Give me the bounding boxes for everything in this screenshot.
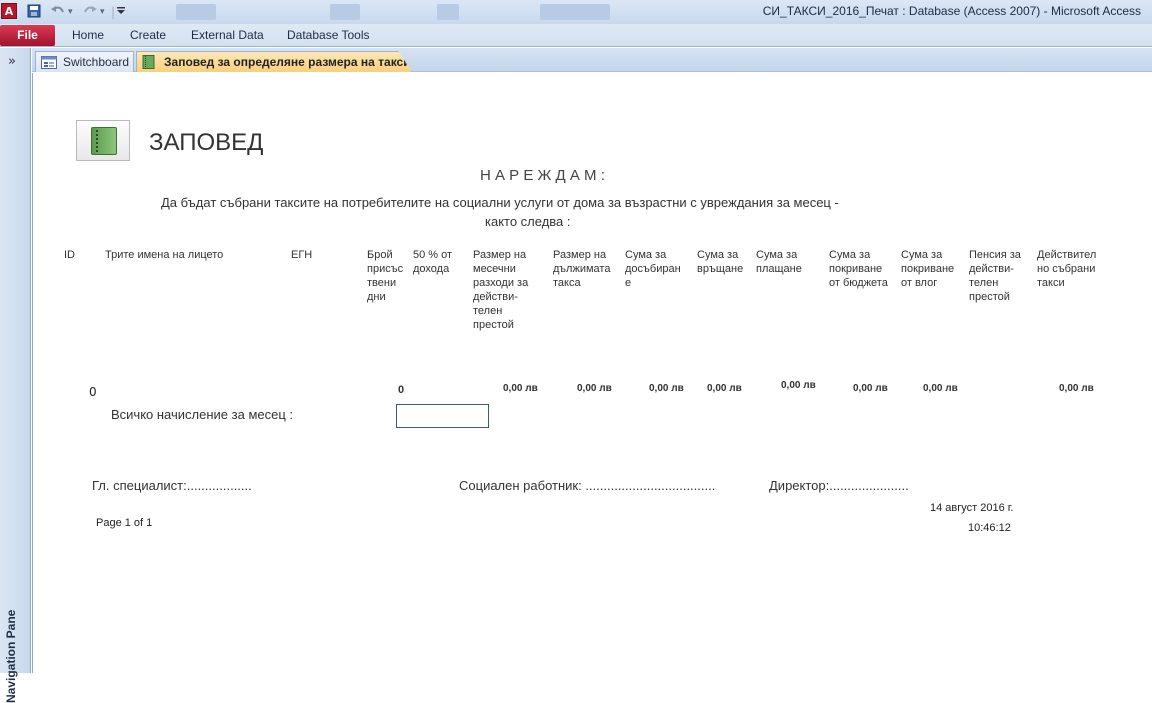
page-number: Page 1 of 1 — [96, 517, 153, 529]
column-header: ID — [64, 249, 75, 261]
redo-dropdown-icon[interactable]: ▾ — [100, 4, 105, 20]
report-view[interactable]: ЗАПОВЕД Н А Р Е Ж Д А М : Да бъдат събра… — [32, 73, 1152, 673]
cell-budget: 0,00 лв — [853, 383, 888, 394]
intro-text-line2: както следва : — [485, 214, 571, 229]
navigation-pane-label[interactable]: Navigation Pane — [4, 603, 26, 703]
report-logo-icon — [76, 120, 130, 161]
total-label: Всичко начисление за месец : — [111, 407, 294, 422]
cell-due-fee: 0,00 лв — [577, 383, 612, 394]
undo-icon[interactable] — [50, 4, 66, 22]
intro-text-line1: Да бъдат събрани таксите на потребителит… — [161, 195, 839, 210]
qat-separator: | — [111, 5, 116, 19]
tab-switchboard-label: Switchboard — [63, 55, 130, 69]
column-header: 50 % от дохода — [413, 249, 453, 275]
file-tab[interactable]: File — [0, 25, 55, 46]
cell-collected: 0,00 лв — [1059, 383, 1094, 394]
cell-id: 0 — [89, 385, 97, 399]
save-icon[interactable] — [27, 4, 41, 22]
tab-report-label: Заповед за определяне размера на таксите — [164, 55, 424, 69]
tab-create[interactable]: Create — [130, 28, 166, 42]
director-signature: Директор:...................... — [769, 478, 909, 493]
redo-icon[interactable] — [82, 4, 98, 22]
blurred-region — [330, 4, 360, 20]
blurred-region — [176, 4, 216, 20]
ribbon-tab-bar: File Home Create External Data Database … — [0, 24, 1152, 47]
report-title: ЗАПОВЕД — [149, 129, 264, 156]
total-value-field[interactable] — [396, 404, 489, 428]
undo-dropdown-icon[interactable]: ▾ — [68, 4, 73, 20]
tab-database-tools[interactable]: Database Tools — [287, 28, 370, 42]
column-header: Сума за досъбиран е — [625, 249, 681, 289]
blurred-region — [540, 4, 610, 20]
access-app-icon[interactable]: A — [1, 3, 17, 19]
customize-qat-icon[interactable] — [117, 4, 125, 20]
cell-deposit: 0,00 лв — [923, 383, 958, 394]
column-header: Размер на дължимата такса — [553, 249, 611, 289]
tab-report-order[interactable]: Заповед за определяне размера на таксите — [136, 51, 412, 72]
report-heading: Н А Р Е Ж Д А М : — [480, 167, 605, 184]
cell-refund: 0,00 лв — [707, 383, 742, 394]
navigation-pane[interactable]: » Navigation Pane — [0, 48, 31, 703]
column-header: Сума за връщане — [697, 249, 744, 275]
column-header: Сума за покриване от бюджета — [829, 249, 888, 289]
column-header: Действител но събрани такси — [1037, 249, 1097, 289]
tab-home[interactable]: Home — [72, 28, 104, 42]
title-bar: A ▾ ▾ | СИ_ТАКСИ_2016_Печат : Database (… — [0, 0, 1152, 24]
specialist-signature: Гл. специалист:.................. — [92, 478, 252, 493]
social-worker-signature: Социален работник: .....................… — [459, 478, 716, 493]
column-header: Сума за покриване от влог — [901, 249, 955, 289]
column-header: Сума за плащане — [756, 249, 802, 275]
document-tabs: Switchboard Заповед за определяне размер… — [32, 48, 1152, 72]
expand-navigation-icon[interactable]: » — [8, 54, 16, 69]
report-icon — [142, 55, 156, 69]
report-date: 14 август 2016 г. — [930, 502, 1014, 514]
column-header: Размер на месечни разходи за действи-тел… — [473, 249, 529, 331]
tab-switchboard[interactable]: Switchboard — [35, 51, 134, 72]
blurred-region — [437, 4, 459, 20]
cell-monthly-cost: 0,00 лв — [503, 383, 538, 394]
cell-days: 0 — [398, 384, 405, 396]
form-icon — [41, 55, 57, 69]
report-time: 10:46:12 — [968, 522, 1011, 534]
column-header: ЕГН — [291, 249, 313, 261]
column-header: Трите имена на лицето — [105, 249, 224, 261]
cell-payment: 0,00 лв — [781, 380, 816, 391]
column-header: Пенсия за действи-телен престой — [969, 249, 1021, 303]
cell-additional: 0,00 лв — [649, 383, 684, 394]
column-header: Брой присъс твени дни — [367, 249, 404, 303]
tab-external-data[interactable]: External Data — [191, 28, 264, 42]
window-title: СИ_ТАКСИ_2016_Печат : Database (Access 2… — [762, 4, 1141, 18]
